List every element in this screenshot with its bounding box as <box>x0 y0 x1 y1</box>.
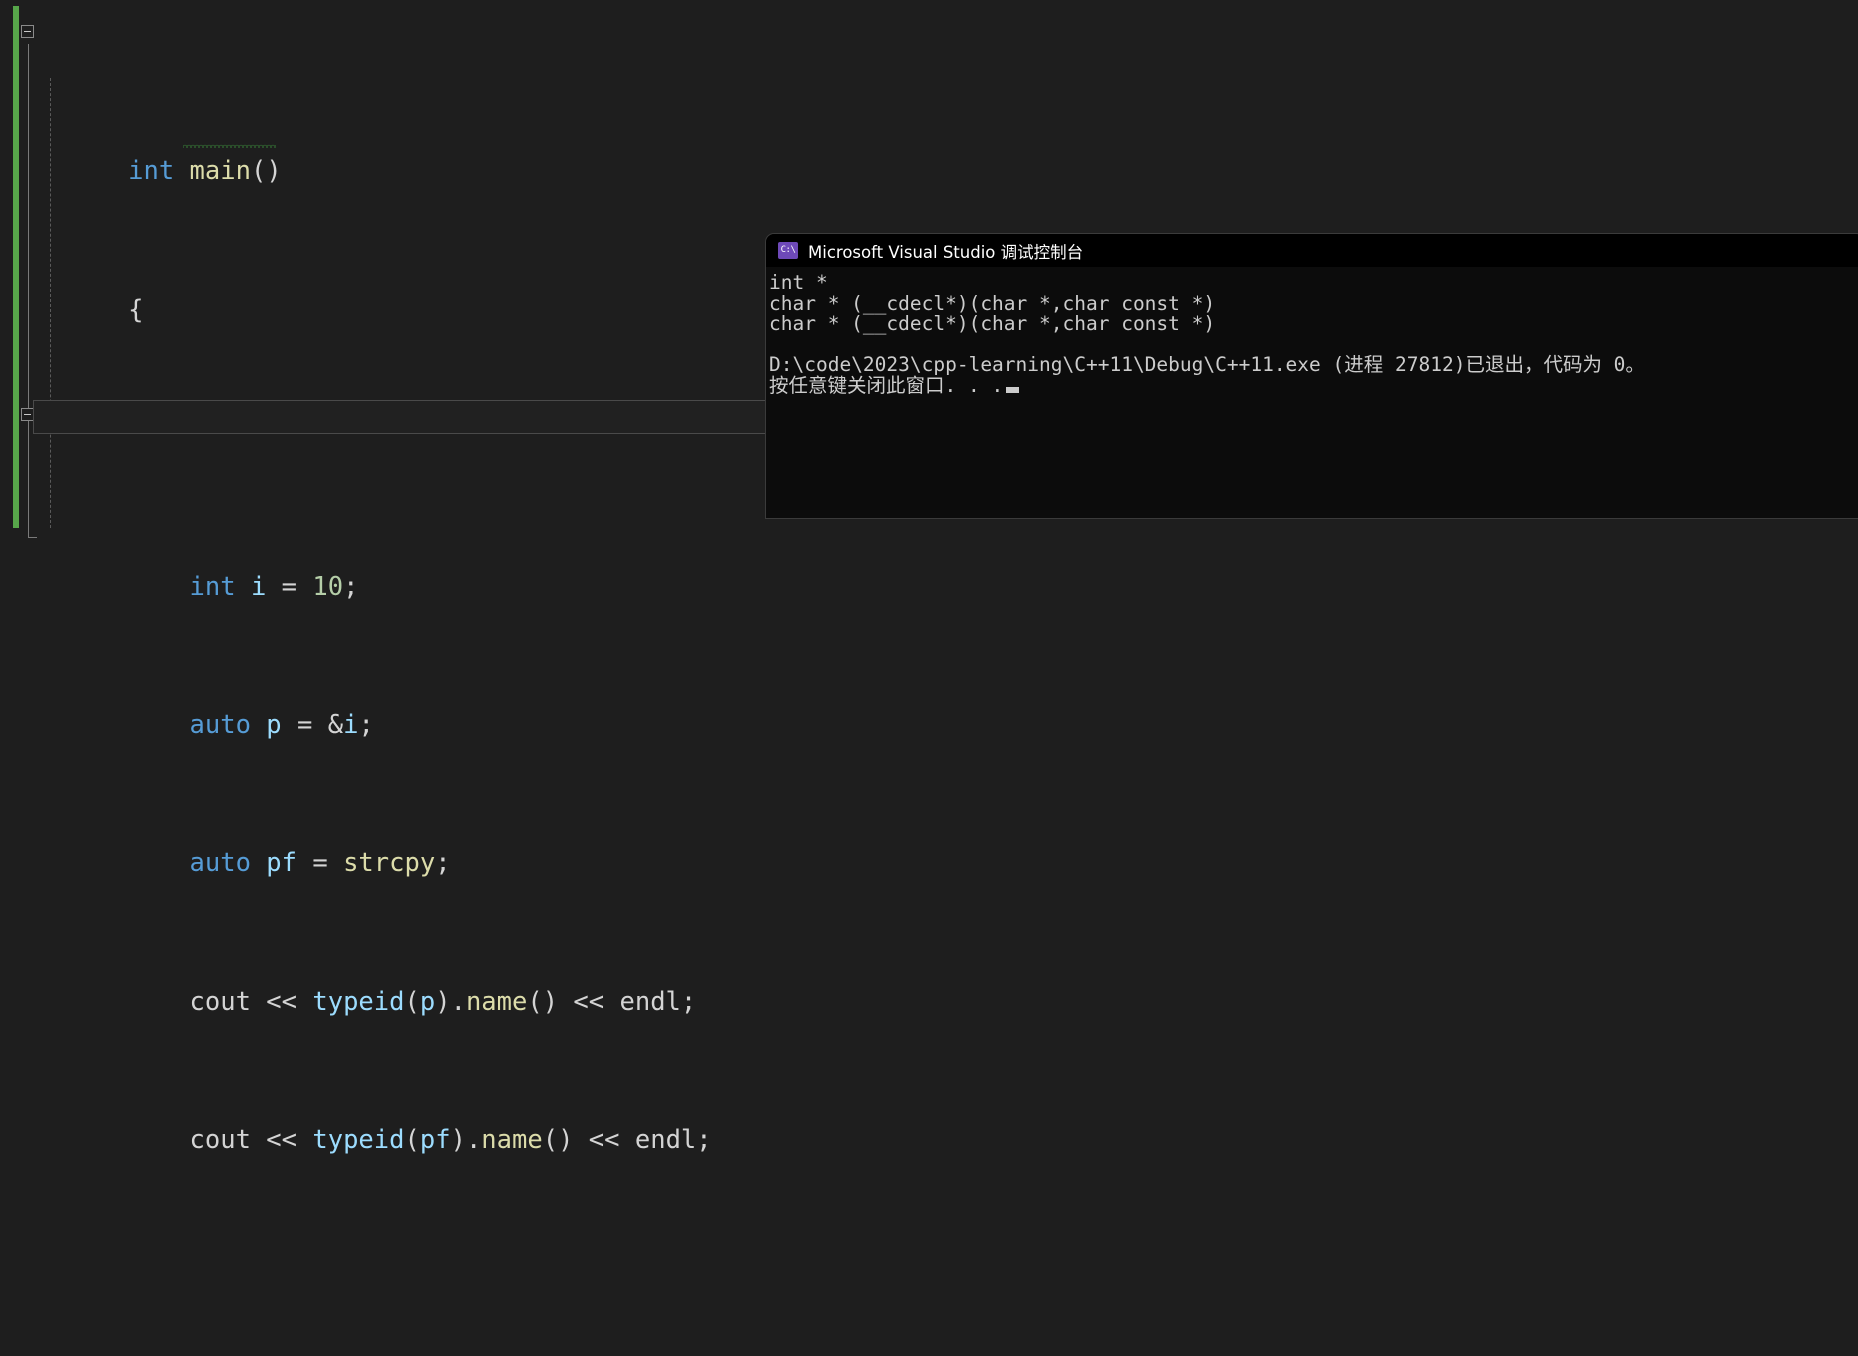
console-line: char * (__cdecl*)(char *,char const *) <box>769 291 1216 315</box>
code-text[interactable]: int main() { int i = 10; auto p = &i; au… <box>0 16 712 1356</box>
console-prompt-text: 按任意键关闭此窗口. . . <box>769 373 1004 397</box>
command-prompt-icon-label: C:\ <box>780 245 796 255</box>
debug-console-window[interactable]: C:\ Microsoft Visual Studio 调试控制台 int * … <box>765 233 1858 519</box>
console-titlebar[interactable]: C:\ Microsoft Visual Studio 调试控制台 <box>766 234 1858 267</box>
console-cursor <box>1006 386 1020 393</box>
console-output[interactable]: int * char * (__cdecl*)(char *,char cons… <box>766 267 1858 518</box>
console-line: D:\code\2023\cpp-learning\C++11\Debug\C+… <box>769 353 1645 376</box>
code-line[interactable]: auto pf = strcpy; <box>0 812 712 878</box>
console-line: char * (__cdecl*)(char *,char const *) <box>769 312 1216 335</box>
code-line[interactable] <box>0 1227 712 1262</box>
console-line: int * <box>769 271 828 294</box>
console-window-title: Microsoft Visual Studio 调试控制台 <box>808 242 1084 262</box>
code-line[interactable]: cout << typeid(pf).name() << endl; <box>0 1088 712 1155</box>
code-line[interactable]: { <box>0 258 712 325</box>
command-prompt-icon: C:\ <box>778 242 798 259</box>
code-line[interactable]: int i = 10; <box>0 535 712 602</box>
code-line[interactable]: int main() <box>0 120 712 186</box>
console-line-prompt: 按任意键关闭此窗口. . . <box>768 373 1858 397</box>
code-line[interactable]: cout << typeid(p).name() << endl; <box>0 950 712 1017</box>
code-line[interactable]: auto p = &i; <box>0 673 712 740</box>
code-line[interactable] <box>0 397 712 432</box>
